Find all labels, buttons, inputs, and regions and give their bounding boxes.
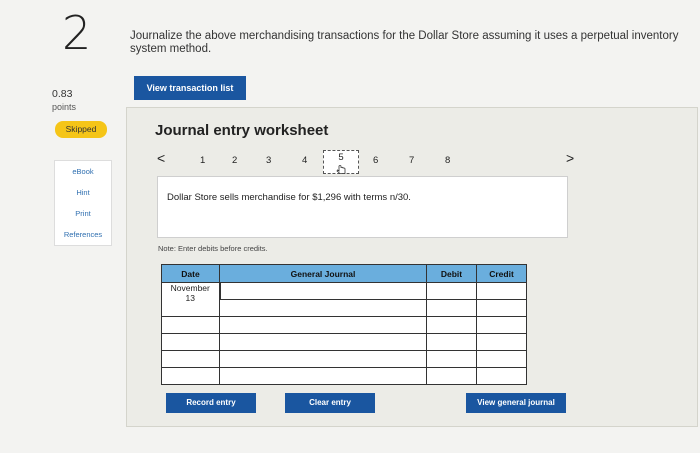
account-input[interactable] <box>219 299 427 317</box>
page-7[interactable]: 7 <box>409 155 414 166</box>
record-entry-button[interactable]: Record entry <box>166 393 256 413</box>
table-row <box>161 333 527 351</box>
credit-input[interactable] <box>476 299 527 317</box>
date-day: 13 <box>185 293 195 303</box>
date-month: November <box>170 283 210 293</box>
transaction-description: Dollar Store sells merchandise for $1,29… <box>167 192 411 203</box>
header-date: Date <box>161 264 220 283</box>
journal-table: Date General Journal Debit Credit Novemb… <box>161 264 527 385</box>
date-input[interactable] <box>161 367 220 385</box>
next-page-icon[interactable]: > <box>566 150 574 166</box>
sidebar-link-ebook[interactable]: eBook <box>55 161 111 182</box>
points-value: 0.83 <box>52 88 73 100</box>
sidebar-link-references[interactable]: References <box>55 224 111 245</box>
entry-note: Note: Enter debits before credits. <box>158 244 268 253</box>
account-input[interactable] <box>219 367 427 385</box>
date-input[interactable] <box>161 350 220 368</box>
page-1[interactable]: 1 <box>200 155 205 166</box>
date-input[interactable] <box>161 316 220 334</box>
header-general-journal: General Journal <box>219 264 427 283</box>
points-label: points <box>52 102 77 112</box>
table-row <box>161 350 527 368</box>
question-number: 2 <box>62 6 92 60</box>
clear-entry-button[interactable]: Clear entry <box>285 393 375 413</box>
page-2[interactable]: 2 <box>232 155 237 166</box>
sidebar-link-print[interactable]: Print <box>55 203 111 224</box>
points-block: 0.83 points <box>52 88 76 112</box>
debit-input[interactable] <box>426 333 477 351</box>
page-8[interactable]: 8 <box>445 155 450 166</box>
sidebar-links: eBook Hint Print References <box>54 160 112 246</box>
page-5-label: 5 <box>338 152 344 163</box>
table-row <box>161 367 527 385</box>
hand-cursor-icon <box>336 165 346 174</box>
question-text: Journalize the above merchandising trans… <box>130 30 679 55</box>
debit-input[interactable] <box>426 282 477 300</box>
credit-input[interactable] <box>476 367 527 385</box>
credit-input[interactable] <box>476 282 527 300</box>
account-input[interactable] <box>218 282 427 300</box>
credit-input[interactable] <box>476 316 527 334</box>
page-3[interactable]: 3 <box>266 155 271 166</box>
header-debit: Debit <box>426 264 477 283</box>
sidebar-link-hint[interactable]: Hint <box>55 182 111 203</box>
account-input[interactable] <box>219 316 427 334</box>
transaction-description-box: Dollar Store sells merchandise for $1,29… <box>157 176 568 238</box>
debit-input[interactable] <box>426 350 477 368</box>
account-input[interactable] <box>219 333 427 351</box>
page-5-active[interactable]: 5 <box>323 150 359 174</box>
debit-input[interactable] <box>426 367 477 385</box>
account-input[interactable] <box>219 350 427 368</box>
table-row <box>161 316 527 334</box>
date-input[interactable] <box>161 333 220 351</box>
journal-header-row: Date General Journal Debit Credit <box>161 264 527 283</box>
page-6[interactable]: 6 <box>373 155 378 166</box>
worksheet-pager: < 1 2 3 4 5 6 7 8 > <box>155 148 585 174</box>
debit-input[interactable] <box>426 316 477 334</box>
credit-input[interactable] <box>476 333 527 351</box>
worksheet-title: Journal entry worksheet <box>155 122 329 139</box>
header-credit: Credit <box>476 264 527 283</box>
credit-input[interactable] <box>476 350 527 368</box>
date-cell[interactable]: November 13 <box>161 282 220 317</box>
debit-input[interactable] <box>426 299 477 317</box>
page-4[interactable]: 4 <box>302 155 307 166</box>
status-badge: Skipped <box>55 121 107 138</box>
view-general-journal-button[interactable]: View general journal <box>466 393 566 413</box>
view-transaction-list-button[interactable]: View transaction list <box>134 76 246 100</box>
prev-page-icon[interactable]: < <box>157 150 165 166</box>
table-row: November 13 <box>161 282 527 317</box>
